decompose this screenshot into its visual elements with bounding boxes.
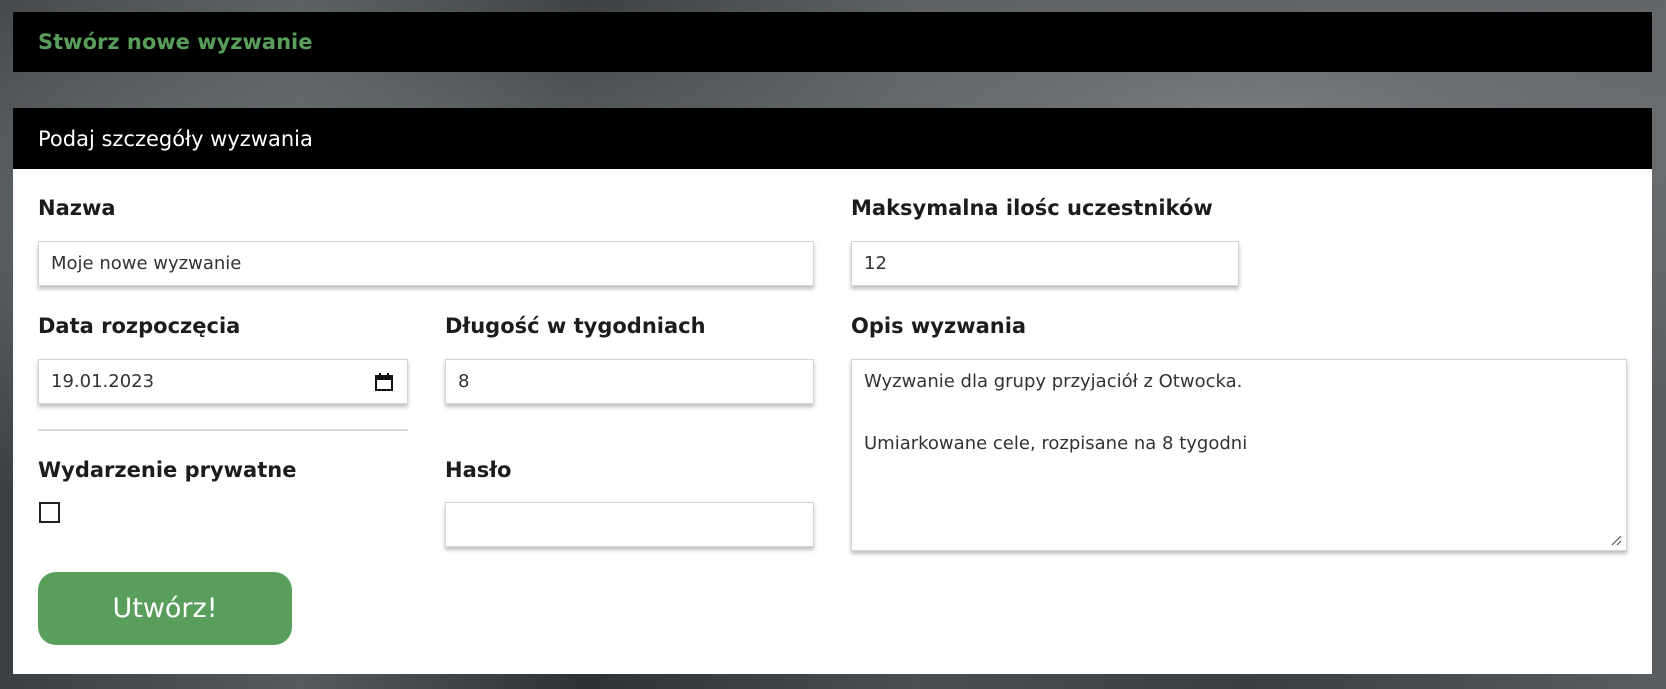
challenge-form-card: Podaj szczegóły wyzwania Nazwa Moje nowe… [13, 108, 1652, 674]
max-participants-label: Maksymalna ilośc uczestników [851, 196, 1213, 220]
create-button[interactable]: Utwórz! [38, 572, 292, 645]
name-input[interactable]: Moje nowe wyzwanie [38, 241, 814, 286]
description-value: Wyzwanie dla grupy przyjaciół z Otwocka.… [864, 371, 1248, 454]
start-date-label: Data rozpoczęcia [38, 314, 241, 338]
card-title: Podaj szczegóły wyzwania [38, 126, 313, 151]
duration-input[interactable]: 8 [445, 359, 814, 404]
private-event-checkbox[interactable] [39, 502, 60, 523]
resize-handle-icon[interactable] [1610, 534, 1622, 546]
page-header: Stwórz nowe wyzwanie [13, 12, 1652, 72]
duration-label: Długość w tygodniach [445, 314, 706, 338]
page-title: Stwórz nowe wyzwanie [38, 30, 313, 54]
calendar-icon[interactable] [375, 373, 393, 391]
private-event-label: Wydarzenie prywatne [38, 458, 297, 482]
start-date-value: 19.01.2023 [51, 371, 155, 392]
name-value: Moje nowe wyzwanie [51, 253, 242, 274]
duration-value: 8 [458, 371, 470, 392]
password-label: Hasło [445, 458, 512, 482]
description-label: Opis wyzwania [851, 314, 1027, 338]
start-date-input[interactable]: 19.01.2023 [38, 359, 408, 404]
description-textarea[interactable]: Wyzwanie dla grupy przyjaciół z Otwocka.… [851, 359, 1627, 551]
max-participants-value: 12 [864, 253, 887, 274]
card-header: Podaj szczegóły wyzwania [13, 108, 1652, 169]
max-participants-input[interactable]: 12 [851, 241, 1239, 286]
divider [38, 429, 408, 431]
name-label: Nazwa [38, 196, 116, 220]
password-input[interactable] [445, 502, 814, 547]
